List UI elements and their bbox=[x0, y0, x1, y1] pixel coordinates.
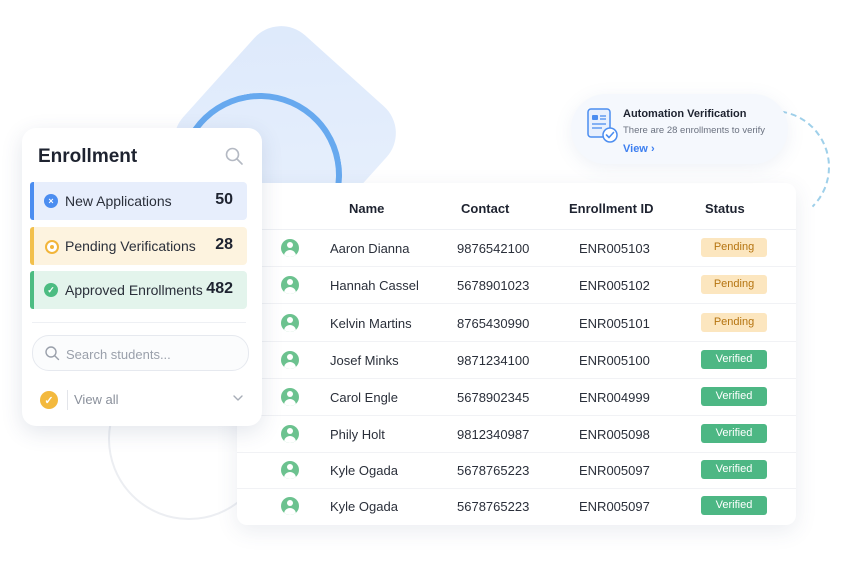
table-row[interactable]: Aaron Dianna 9876542100 ENR005103 Pending bbox=[237, 230, 796, 267]
cell-enrollment-id: ENR005102 bbox=[579, 278, 650, 293]
cell-name: Kyle Ogada bbox=[330, 499, 398, 514]
search-students-input[interactable] bbox=[64, 343, 238, 365]
chevron-down-icon bbox=[233, 395, 243, 401]
avatar bbox=[281, 388, 299, 406]
panel-title: Enrollment bbox=[38, 146, 138, 167]
search-icon[interactable] bbox=[224, 146, 244, 166]
stat-accent-bar bbox=[30, 271, 34, 309]
status-badge: Pending bbox=[701, 238, 767, 257]
cell-contact: 8765430990 bbox=[457, 316, 530, 331]
avatar bbox=[281, 425, 299, 443]
cell-contact: 5678765223 bbox=[457, 499, 530, 514]
cell-name: Phily Holt bbox=[330, 427, 385, 442]
cell-enrollment-id: ENR005098 bbox=[579, 427, 650, 442]
cell-enrollment-id: ENR005100 bbox=[579, 353, 650, 368]
stat-approved-enrollments[interactable]: ✓ Approved Enrollments 482 bbox=[30, 271, 247, 309]
automation-verification-card: Automation Verification There are 28 enr… bbox=[571, 94, 788, 164]
stat-label: Approved Enrollments bbox=[65, 282, 203, 298]
table-row[interactable]: Josef Minks 9871234100 ENR005100 Verified bbox=[237, 342, 796, 379]
avatar bbox=[281, 239, 299, 257]
stat-accent-bar bbox=[30, 227, 34, 265]
stat-count: 28 bbox=[215, 236, 233, 253]
separator bbox=[67, 390, 68, 410]
table-row[interactable]: Phily Holt 9812340987 ENR005098 Verified bbox=[237, 416, 796, 453]
status-badge: Verified bbox=[701, 496, 767, 515]
cell-enrollment-id: ENR005101 bbox=[579, 316, 650, 331]
stat-label: Pending Verifications bbox=[65, 238, 196, 254]
table-row[interactable]: Kyle Ogada 5678765223 ENR005097 Verified bbox=[237, 488, 796, 524]
view-all-label: View all bbox=[74, 392, 119, 407]
status-badge: Pending bbox=[701, 275, 767, 294]
divider bbox=[32, 322, 246, 323]
automation-description: There are 28 enrollments to verify bbox=[623, 125, 766, 136]
table-header: Name Contact Enrollment ID Status bbox=[237, 183, 796, 230]
cell-enrollment-id: ENR004999 bbox=[579, 390, 650, 405]
table-row[interactable]: Kelvin Martins 8765430990 ENR005101 Pending bbox=[237, 305, 796, 342]
status-badge: Verified bbox=[701, 424, 767, 443]
cell-name: Kyle Ogada bbox=[330, 463, 398, 478]
avatar bbox=[281, 276, 299, 294]
enrollment-panel: Enrollment × New Applications 50 Pending… bbox=[22, 128, 262, 426]
cell-contact: 9876542100 bbox=[457, 241, 530, 256]
cell-name: Aaron Dianna bbox=[330, 241, 410, 256]
automation-title: Automation Verification bbox=[623, 108, 747, 120]
avatar bbox=[281, 314, 299, 332]
cell-enrollment-id: ENR005097 bbox=[579, 499, 650, 514]
enrollment-table: Name Contact Enrollment ID Status Aaron … bbox=[237, 183, 796, 525]
cell-name: Hannah Cassel bbox=[330, 278, 419, 293]
stat-count: 50 bbox=[215, 191, 233, 208]
check-circle-icon: ✓ bbox=[44, 283, 58, 297]
pending-circle-icon bbox=[45, 240, 59, 254]
search-icon bbox=[45, 346, 60, 361]
status-badge: Verified bbox=[701, 387, 767, 406]
close-circle-icon: × bbox=[44, 194, 58, 208]
check-circle-icon: ✓ bbox=[40, 391, 58, 409]
stat-accent-bar bbox=[30, 182, 34, 220]
cell-enrollment-id: ENR005097 bbox=[579, 463, 650, 478]
column-header-name[interactable]: Name bbox=[349, 201, 384, 216]
cell-name: Carol Engle bbox=[330, 390, 398, 405]
cell-contact: 9812340987 bbox=[457, 427, 530, 442]
column-header-contact[interactable]: Contact bbox=[461, 201, 509, 216]
cell-contact: 5678765223 bbox=[457, 463, 530, 478]
view-all-dropdown[interactable]: ✓ View all bbox=[40, 388, 245, 412]
automation-view-label: View bbox=[623, 143, 648, 155]
column-header-status[interactable]: Status bbox=[705, 201, 745, 216]
document-check-icon bbox=[587, 108, 618, 143]
table-row[interactable]: Kyle Ogada 5678765223 ENR005097 Verified bbox=[237, 452, 796, 489]
stat-new-applications[interactable]: × New Applications 50 bbox=[30, 182, 247, 220]
chevron-right-icon: › bbox=[650, 143, 655, 155]
status-badge: Pending bbox=[701, 313, 767, 332]
stat-label: New Applications bbox=[65, 193, 172, 209]
cell-name: Josef Minks bbox=[330, 353, 399, 368]
avatar bbox=[281, 461, 299, 479]
cell-contact: 5678901023 bbox=[457, 278, 530, 293]
stat-pending-verifications[interactable]: Pending Verifications 28 bbox=[30, 227, 247, 265]
avatar bbox=[281, 497, 299, 515]
search-students-box bbox=[32, 335, 249, 371]
cell-enrollment-id: ENR005103 bbox=[579, 241, 650, 256]
status-badge: Verified bbox=[701, 350, 767, 369]
status-badge: Verified bbox=[701, 460, 767, 479]
table-row[interactable]: Carol Engle 5678902345 ENR004999 Verified bbox=[237, 379, 796, 416]
avatar bbox=[281, 351, 299, 369]
cell-name: Kelvin Martins bbox=[330, 316, 412, 331]
cell-contact: 5678902345 bbox=[457, 390, 530, 405]
cell-contact: 9871234100 bbox=[457, 353, 530, 368]
column-header-enrollment-id[interactable]: Enrollment ID bbox=[569, 201, 654, 216]
automation-view-link[interactable]: View › bbox=[623, 143, 655, 155]
table-row[interactable]: Hannah Cassel 5678901023 ENR005102 Pending bbox=[237, 267, 796, 304]
stat-count: 482 bbox=[206, 280, 233, 297]
